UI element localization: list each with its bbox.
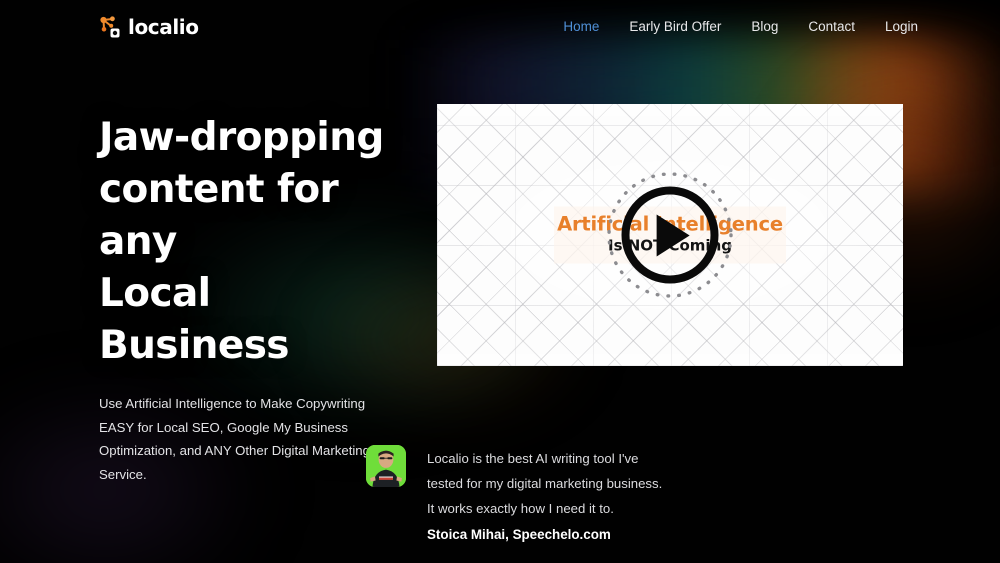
localio-node-mark-icon [99, 15, 121, 39]
play-triangle-icon [656, 214, 689, 256]
nav-item-contact[interactable]: Contact [808, 19, 855, 34]
video-thumbnail: Artificial Intelligence Is NOT Coming [437, 104, 903, 366]
play-button[interactable] [622, 187, 719, 284]
headline-line-1: Jaw-dropping [99, 115, 384, 160]
hero-subtext: Use Artificial Intelligence to Make Copy… [99, 392, 389, 486]
testimonial-text: Localio is the best AI writing tool I've… [427, 445, 662, 547]
testimonial: Localio is the best AI writing tool I've… [366, 445, 662, 547]
headline-line-2: content for any [99, 167, 338, 264]
nav-item-early-bird-offer[interactable]: Early Bird Offer [629, 19, 721, 34]
testimonial-line-3: It works exactly how I need it to. [427, 496, 662, 521]
avatar [366, 445, 406, 487]
subtext-line-2: EASY for Local SEO, Google My Business [99, 420, 348, 435]
subtext-line-1: Use Artificial Intelligence to Make Copy… [99, 396, 365, 411]
nav-item-blog[interactable]: Blog [751, 19, 778, 34]
hero-copy: Jaw-dropping content for any Local Busin… [99, 112, 399, 486]
testimonial-author: Stoica Mihai, Speechelo.com [427, 522, 662, 547]
nav-item-login[interactable]: Login [885, 19, 918, 34]
landing-page: localio Home Early Bird Offer Blog Conta… [0, 0, 1000, 563]
logo-text: localio [128, 15, 199, 39]
primary-nav: Home Early Bird Offer Blog Contact Login [563, 19, 918, 34]
site-header: localio Home Early Bird Offer Blog Conta… [0, 0, 1000, 53]
testimonial-line-1: Localio is the best AI writing tool I've [427, 446, 662, 471]
hero-video-player[interactable]: Artificial Intelligence Is NOT Coming [437, 104, 903, 366]
nav-item-home[interactable]: Home [563, 19, 599, 34]
subtext-line-4: Service. [99, 467, 147, 482]
logo[interactable]: localio [99, 15, 199, 39]
testimonial-line-2: tested for my digital marketing business… [427, 471, 662, 496]
subtext-line-3: Optimization, and ANY Other Digital Mark… [99, 443, 370, 458]
page-title: Jaw-dropping content for any Local Busin… [99, 112, 399, 372]
headline-line-3: Local Business [99, 271, 289, 368]
